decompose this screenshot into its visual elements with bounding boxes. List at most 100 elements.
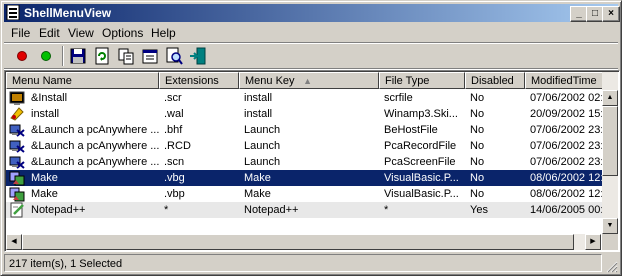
exit-icon[interactable] xyxy=(188,46,208,66)
cell-disabled: No xyxy=(470,108,485,120)
column-header-label: Menu Key xyxy=(245,75,295,87)
close-button[interactable]: × xyxy=(602,6,620,22)
table-row[interactable]: Make .vbg Make VisualBasic.P... No 08/06/2002… xyxy=(6,170,602,186)
cell-time: 07/06/2002 23: xyxy=(530,156,602,168)
cell-ext: .vbg xyxy=(164,172,185,184)
cell-disabled: No xyxy=(470,156,485,168)
cell-disabled: Yes xyxy=(470,204,488,216)
scroll-down-button[interactable]: ▼ xyxy=(602,218,618,234)
cell-time: 20/09/2002 15: xyxy=(530,108,602,120)
column-header-disabled[interactable]: Disabled xyxy=(465,72,525,89)
toolbar xyxy=(4,44,618,68)
table-row[interactable]: &Launch a pcAnywhere ... .RCD Launch PcaRec… xyxy=(6,138,602,154)
cell-type: PcaRecordFile xyxy=(384,140,457,152)
resize-grip-icon[interactable] xyxy=(604,259,618,273)
sort-ascending-icon: ▲ xyxy=(303,76,312,86)
cell-time: 07/06/2002 02: xyxy=(530,92,602,104)
cell-name: Notepad++ xyxy=(31,204,86,216)
red-dot-icon[interactable] xyxy=(12,46,32,66)
screensaver-icon xyxy=(9,91,25,105)
cell-key: Make xyxy=(244,188,271,200)
menu-edit[interactable]: Edit xyxy=(39,26,60,40)
cell-time: 08/06/2002 12: xyxy=(530,188,602,200)
table-row[interactable]: &Launch a pcAnywhere ... .scn Launch PcaScr… xyxy=(6,154,602,170)
scroll-up-button[interactable]: ▲ xyxy=(602,90,618,106)
cell-ext: .scr xyxy=(164,92,182,104)
menu-help[interactable]: Help xyxy=(151,26,176,40)
cell-name: install xyxy=(31,108,60,120)
scroll-right-button[interactable]: ▶ xyxy=(585,234,601,250)
visualbasic-icon xyxy=(9,171,25,186)
cell-ext: .vbp xyxy=(164,188,185,200)
pcanywhere-icon xyxy=(9,124,25,137)
column-header-menu-key[interactable]: Menu Key ▲ xyxy=(239,72,379,89)
cell-name: &Install xyxy=(31,92,68,104)
pcanywhere-icon xyxy=(9,156,25,169)
green-dot-icon[interactable] xyxy=(36,46,56,66)
refresh-icon[interactable] xyxy=(92,46,112,66)
cell-disabled: No xyxy=(470,188,485,200)
cell-time: 07/06/2002 23: xyxy=(530,124,602,136)
app-window: ShellMenuView _ □ × File Edit View Optio… xyxy=(0,0,622,276)
properties-icon[interactable] xyxy=(140,46,160,66)
cell-type: scrfile xyxy=(384,92,413,104)
status-bar: 217 item(s), 1 Selected xyxy=(4,254,618,273)
vertical-scrollbar[interactable]: ▲ ▼ xyxy=(602,72,618,234)
cell-ext: .scn xyxy=(164,156,185,168)
pcanywhere-icon xyxy=(9,140,25,153)
cell-ext: .RCD xyxy=(164,140,191,152)
horizontal-scrollbar[interactable]: ◀ ▶ xyxy=(6,234,601,250)
status-text: 217 item(s), 1 Selected xyxy=(4,254,602,272)
column-header-file-type[interactable]: File Type xyxy=(379,72,465,89)
cell-type: VisualBasic.P... xyxy=(384,188,459,200)
cell-key: install xyxy=(244,108,273,120)
vertical-scroll-thumb[interactable] xyxy=(602,106,618,176)
column-header-modified-time[interactable]: ModifiedTime xyxy=(525,72,603,89)
table-row[interactable]: Make .vbp Make VisualBasic.P... No 08/06/2002… xyxy=(6,186,602,202)
cell-disabled: No xyxy=(470,172,485,184)
table-row[interactable]: Notepad++ * Notepad++ * Yes 14/06/2005 00: xyxy=(6,202,602,218)
menu-options[interactable]: Options xyxy=(102,26,143,40)
cell-ext: * xyxy=(164,204,169,216)
cell-disabled: No xyxy=(470,124,485,136)
cell-name: &Launch a pcAnywhere ... xyxy=(31,140,160,152)
window-title: ShellMenuView xyxy=(24,6,112,20)
cell-name: Make xyxy=(31,188,58,200)
search-icon[interactable] xyxy=(164,46,184,66)
menu-list-view[interactable]: Menu Name Extensions Menu Key ▲ File Typ… xyxy=(4,70,620,252)
cell-type: Winamp3.Ski... xyxy=(384,108,458,120)
table-row[interactable]: &Launch a pcAnywhere ... .bhf Launch BeHost… xyxy=(6,122,602,138)
cell-key: Launch xyxy=(244,140,281,152)
cell-ext: .bhf xyxy=(164,124,183,136)
menu-view[interactable]: View xyxy=(68,26,94,40)
table-row[interactable]: &Install .scr install scrfile No 07/06/2002 0… xyxy=(6,90,602,106)
cell-time: 14/06/2005 00: xyxy=(530,204,602,216)
scroll-corner xyxy=(602,234,618,250)
toolbar-separator xyxy=(62,46,64,66)
menu-bar: File Edit View Options Help xyxy=(4,23,618,42)
app-icon xyxy=(6,5,20,20)
column-header-extensions[interactable]: Extensions xyxy=(159,72,239,89)
cell-type: VisualBasic.P... xyxy=(384,172,459,184)
horizontal-scroll-thumb[interactable] xyxy=(22,234,574,250)
cell-name: &Launch a pcAnywhere ... xyxy=(31,156,160,168)
visualbasic-icon xyxy=(9,187,25,202)
winamp-skin-icon xyxy=(10,107,24,121)
scroll-left-button[interactable]: ◀ xyxy=(6,234,22,250)
cell-type: BeHostFile xyxy=(384,124,438,136)
menu-file[interactable]: File xyxy=(11,26,30,40)
title-bar[interactable]: ShellMenuView _ □ × xyxy=(4,4,620,22)
cell-name: &Launch a pcAnywhere ... xyxy=(31,124,160,136)
column-header-menu-name[interactable]: Menu Name xyxy=(6,72,159,89)
cell-ext: .wal xyxy=(164,108,184,120)
copy-icon[interactable] xyxy=(116,46,136,66)
cell-disabled: No xyxy=(470,140,485,152)
cell-key: Make xyxy=(244,172,271,184)
save-icon[interactable] xyxy=(68,46,88,66)
cell-name: Make xyxy=(31,172,58,184)
cell-time: 07/06/2002 23: xyxy=(530,140,602,152)
cell-type: PcaScreenFile xyxy=(384,156,456,168)
table-row[interactable]: install .wal install Winamp3.Ski... No 20/09/… xyxy=(6,106,602,122)
cell-key: install xyxy=(244,92,273,104)
cell-disabled: No xyxy=(470,92,485,104)
